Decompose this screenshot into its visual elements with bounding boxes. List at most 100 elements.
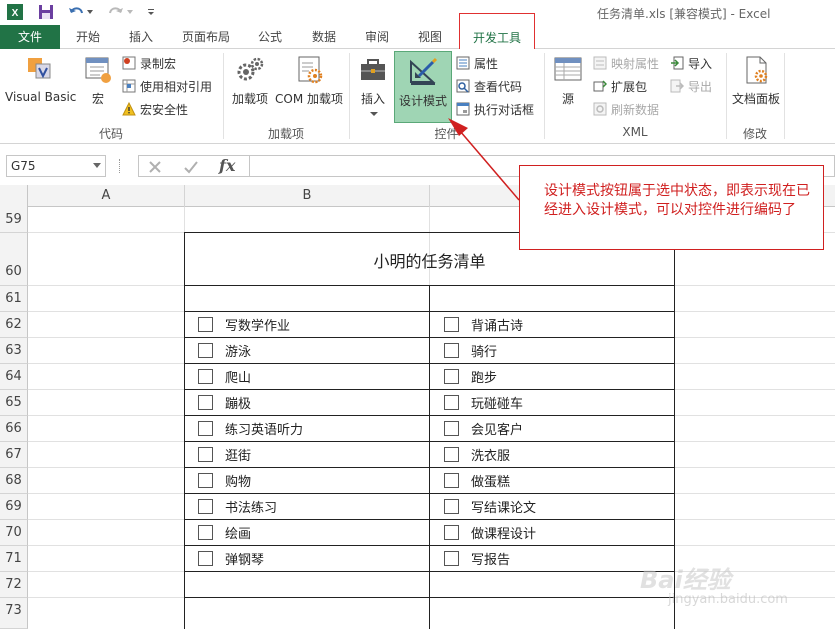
column-header-a[interactable]: A [28,185,185,207]
checkbox[interactable] [198,421,213,436]
group-separator [784,53,785,139]
tab-home[interactable]: 开始 [64,25,112,49]
task-checkbox-item[interactable]: 做课程设计 [444,523,536,542]
macros-button[interactable]: 宏 [80,54,116,107]
row-header[interactable]: 72 [0,572,28,598]
checkbox[interactable] [198,525,213,540]
formula-bar-grip[interactable] [119,159,122,173]
design-mode-button[interactable]: 设计模式 [394,51,452,123]
tab-developer[interactable]: 开发工具 [459,13,535,49]
task-checkbox-item[interactable]: 绘画 [198,523,251,542]
task-checkbox-item[interactable]: 购物 [198,471,251,490]
row-header[interactable]: 64 [0,364,28,390]
gear-icon [234,54,266,86]
redo-icon[interactable] [106,3,136,21]
task-checkbox-item[interactable]: 写结课论文 [444,497,536,516]
select-all-button[interactable] [0,185,28,207]
checkbox[interactable] [444,369,459,384]
task-checkbox-item[interactable]: 蹦极 [198,393,251,412]
checkbox[interactable] [198,369,213,384]
cancel-icon[interactable] [147,159,163,175]
row-header[interactable]: 71 [0,546,28,572]
xml-source-button[interactable]: 源 [552,54,584,107]
checkbox[interactable] [198,317,213,332]
task-checkbox-item[interactable]: 会见客户 [444,419,523,438]
tab-data[interactable]: 数据 [300,25,348,49]
row-header[interactable]: 61 [0,286,28,312]
chevron-down-icon[interactable] [93,163,101,168]
row-header[interactable]: 67 [0,442,28,468]
view-code-button[interactable]: 查看代码 [456,76,522,96]
row-header[interactable]: 65 [0,390,28,416]
use-relative-references-button[interactable]: 使用相对引用 [122,76,212,96]
record-macro-button[interactable]: 录制宏 [122,53,176,73]
undo-icon[interactable] [66,3,96,21]
insert-control-button[interactable]: 插入 [356,54,390,107]
design-mode-icon [407,56,439,88]
checkbox[interactable] [444,317,459,332]
row-header[interactable]: 60 [0,233,28,286]
checkbox[interactable] [444,447,459,462]
com-addins-button[interactable]: COM 加载项 [274,54,344,107]
visual-basic-button[interactable]: Visual Basic [5,54,76,104]
checkbox[interactable] [198,473,213,488]
checkbox[interactable] [198,395,213,410]
checkbox[interactable] [198,447,213,462]
task-checkbox-item[interactable]: 练习英语听力 [198,419,303,438]
xml-source-icon [552,54,584,86]
tab-insert[interactable]: 插入 [117,25,165,49]
task-checkbox-item[interactable]: 写数学作业 [198,315,290,334]
enter-icon[interactable] [183,159,199,175]
row-header[interactable]: 63 [0,338,28,364]
task-checkbox-item[interactable]: 弹钢琴 [198,549,264,568]
task-checkbox-item[interactable]: 逛街 [198,445,251,464]
task-checkbox-item[interactable]: 写报告 [444,549,510,568]
tab-formulas[interactable]: 公式 [246,25,294,49]
task-checkbox-item[interactable]: 骑行 [444,341,497,360]
xml-import-button[interactable]: 导入 [670,53,712,73]
row-header[interactable]: 73 [0,598,28,629]
checkbox[interactable] [444,473,459,488]
checkbox[interactable] [198,343,213,358]
row-header[interactable]: 62 [0,312,28,338]
task-checkbox-item[interactable]: 背诵古诗 [444,315,523,334]
tab-review[interactable]: 审阅 [353,25,401,49]
document-panel-button[interactable]: 文档面板 [730,54,782,107]
row-header[interactable]: 69 [0,494,28,520]
tab-view[interactable]: 视图 [406,25,454,49]
checkbox[interactable] [444,525,459,540]
row-header[interactable]: 68 [0,468,28,494]
column-header-b[interactable]: B [185,185,430,207]
checkbox[interactable] [198,499,213,514]
task-checkbox-item[interactable]: 玩碰碰车 [444,393,523,412]
task-checkbox-item[interactable]: 爬山 [198,367,251,386]
row-header[interactable]: 70 [0,520,28,546]
tab-page-layout[interactable]: 页面布局 [172,25,240,49]
task-checkbox-item[interactable]: 洗衣服 [444,445,510,464]
checkbox[interactable] [444,421,459,436]
customize-qat-icon[interactable] [142,3,160,21]
checkbox[interactable] [444,395,459,410]
task-checkbox-item[interactable]: 做蛋糕 [444,471,510,490]
refresh-data-button[interactable]: 刷新数据 [593,99,659,119]
checkbox[interactable] [444,343,459,358]
checkbox[interactable] [444,499,459,514]
row-header[interactable]: 66 [0,416,28,442]
properties-button[interactable]: 属性 [456,53,498,73]
task-checkbox-item[interactable]: 游泳 [198,341,251,360]
checkbox[interactable] [444,551,459,566]
name-box[interactable]: G75 [6,155,106,177]
xml-export-button[interactable]: 导出 [670,76,712,96]
addins-button[interactable]: 加载项 [228,54,272,107]
expansion-packs-button[interactable]: 扩展包 [593,76,647,96]
tab-file[interactable]: 文件 [0,25,60,49]
row-header[interactable]: 59 [0,207,28,233]
task-checkbox-item[interactable]: 书法练习 [198,497,277,516]
insert-function-button[interactable]: fx [219,156,235,175]
task-checkbox-item[interactable]: 跑步 [444,367,497,386]
macro-security-button[interactable]: 宏安全性 [122,99,188,119]
checkbox[interactable] [198,551,213,566]
save-icon[interactable] [37,3,55,21]
run-dialog-button[interactable]: 执行对话框 [456,99,534,119]
map-properties-button[interactable]: 映射属性 [593,53,659,73]
